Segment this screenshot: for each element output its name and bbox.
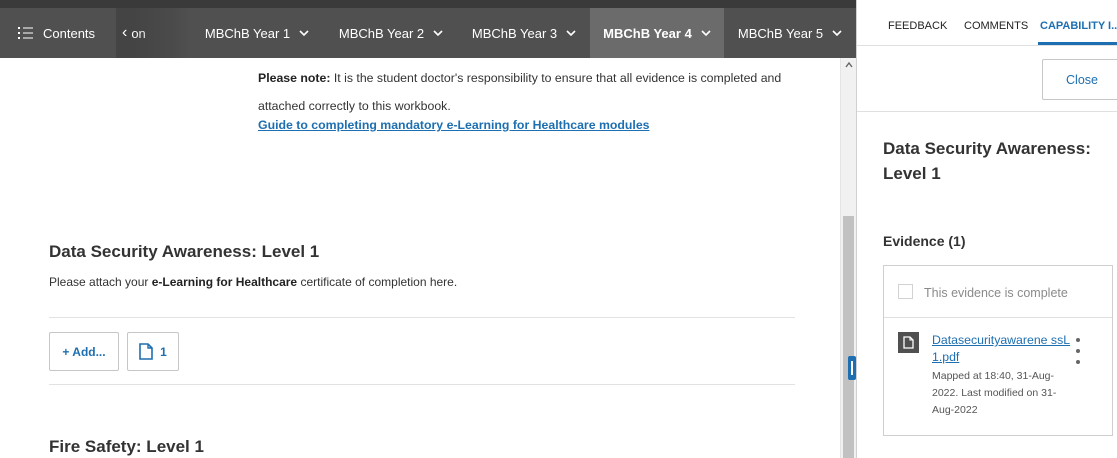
- chevron-up-icon: [845, 62, 853, 68]
- section-description: Please attach your e-Learning for Health…: [49, 275, 457, 289]
- top-navigation-bar: Contents ‹ on MBChB Year 1 MBChB Year 2 …: [0, 0, 856, 58]
- tab-mbchb-year-3[interactable]: MBChB Year 3: [458, 8, 590, 58]
- chevron-left-icon: ‹: [122, 24, 128, 41]
- divider: [857, 111, 1117, 112]
- tab-capability[interactable]: CAPABILITY I...: [1040, 20, 1117, 32]
- chevron-down-icon: [832, 29, 842, 36]
- responsibility-note: Please note: It is the student doctor's …: [258, 64, 818, 120]
- tab-mbchb-year-5[interactable]: MBChB Year 5: [724, 8, 856, 58]
- contents-button[interactable]: Contents: [0, 8, 116, 58]
- document-icon: [139, 343, 153, 360]
- note-label: Please note:: [258, 71, 331, 85]
- section-title-data-security: Data Security Awareness: Level 1: [49, 242, 320, 261]
- evidence-heading: Evidence (1): [883, 233, 966, 249]
- chevron-down-icon: [701, 29, 711, 36]
- vertical-scrollbar[interactable]: [840, 58, 856, 458]
- tab-mbchb-year-1[interactable]: MBChB Year 1: [190, 8, 324, 58]
- attachments-button[interactable]: 1: [127, 332, 179, 371]
- tab-label: MBChB Year 2: [338, 25, 425, 41]
- tab-comments[interactable]: COMMENTS: [964, 20, 1028, 32]
- tab-label: MBChB Year 3: [471, 25, 558, 41]
- evidence-complete-label: This evidence is complete: [924, 286, 1068, 300]
- attachment-count: 1: [160, 344, 167, 359]
- active-tab-indicator: [1038, 42, 1117, 45]
- chevron-down-icon: [566, 29, 576, 36]
- panel-title: Data Security Awareness: Level 1: [883, 139, 1091, 183]
- scrollbar-thumb[interactable]: [843, 216, 854, 458]
- divider: [49, 384, 795, 385]
- file-icon: [898, 332, 919, 353]
- divider: [49, 317, 795, 318]
- nav-prev-label: on: [131, 25, 146, 41]
- note-text: It is the student doctor's responsibilit…: [258, 71, 782, 113]
- workbook-content: Please note: It is the student doctor's …: [0, 58, 840, 458]
- evidence-complete-checkbox[interactable]: [898, 284, 913, 299]
- nav-scroll-left-tab[interactable]: ‹ on: [116, 8, 190, 58]
- desc-after: certificate of completion here.: [297, 275, 458, 289]
- tab-label: MBChB Year 4: [603, 25, 692, 41]
- tab-mbchb-year-4[interactable]: MBChB Year 4: [590, 8, 724, 58]
- side-panel: FEEDBACK COMMENTS CAPABILITY I... Close …: [856, 0, 1117, 458]
- chevron-down-icon: [299, 29, 309, 36]
- panel-resize-handle[interactable]: [848, 356, 856, 380]
- tab-mbchb-year-2[interactable]: MBChB Year 2: [324, 8, 458, 58]
- scroll-up-arrow[interactable]: [841, 58, 857, 72]
- evidence-file-link[interactable]: Datasecurityawarene ssL1.pdf: [932, 332, 1072, 366]
- panel-tabs: FEEDBACK COMMENTS CAPABILITY I...: [857, 0, 1117, 46]
- desc-bold: e-Learning for Healthcare: [151, 275, 298, 289]
- guide-link[interactable]: Guide to completing mandatory e-Learning…: [258, 118, 650, 132]
- evidence-file-meta: Mapped at 18:40, 31-Aug-2022. Last modif…: [932, 370, 1057, 416]
- tab-label: MBChB Year 5: [737, 25, 824, 41]
- tab-label: MBChB Year 1: [204, 25, 291, 41]
- evidence-card: This evidence is complete Datasecurityaw…: [883, 265, 1113, 436]
- chevron-down-icon: [433, 29, 443, 36]
- contents-label: Contents: [43, 25, 96, 41]
- add-evidence-button[interactable]: + Add...: [49, 332, 119, 371]
- evidence-complete-row: This evidence is complete: [884, 266, 1112, 318]
- section-title-fire-safety: Fire Safety: Level 1: [49, 437, 204, 456]
- table-of-contents-icon: [18, 27, 33, 39]
- more-options-icon[interactable]: [1070, 338, 1086, 364]
- desc-before: Please attach your: [49, 275, 152, 289]
- close-button[interactable]: Close: [1042, 59, 1117, 100]
- tab-feedback[interactable]: FEEDBACK: [888, 20, 947, 32]
